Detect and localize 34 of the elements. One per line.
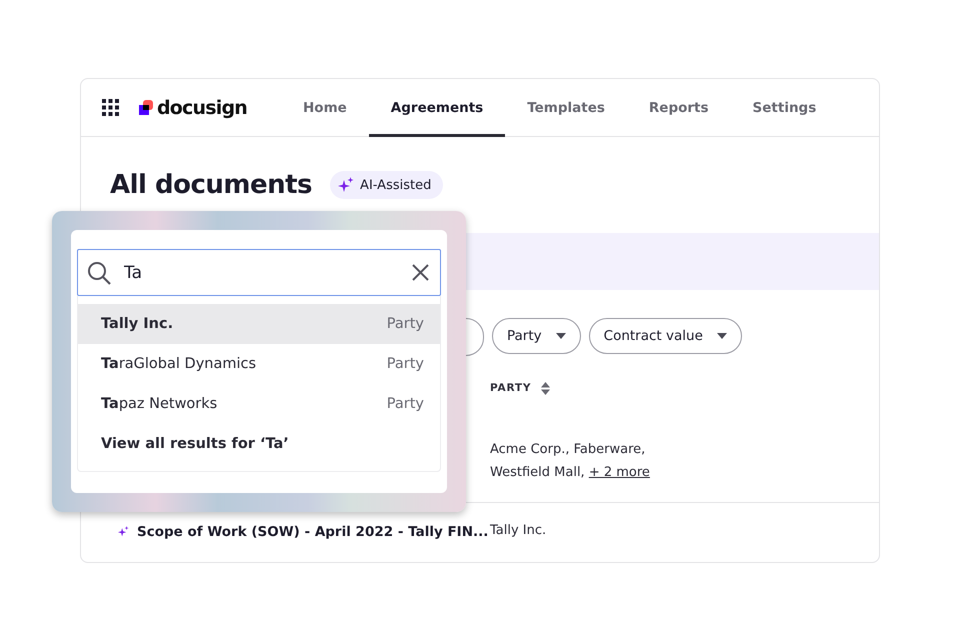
logo-icon: [139, 100, 154, 116]
filter-dropdown[interactable]: Party: [492, 318, 581, 354]
more-link[interactable]: + 2 more: [588, 465, 650, 480]
party-cell-text: Tally Inc.: [490, 522, 548, 540]
caret-icon: [556, 333, 566, 339]
column-header: PARTY: [490, 382, 532, 394]
view-all-link[interactable]: View all results for ‘Ta’: [78, 424, 440, 464]
nav-tab[interactable]: Settings: [730, 79, 838, 137]
sparkle-icon: [338, 177, 354, 193]
suggestion-label: TaraGlobal Dynamics: [101, 356, 256, 372]
suggestion-label: Tapaz Networks: [101, 396, 218, 412]
close-icon[interactable]: [412, 264, 429, 281]
logo-wordmark: docusign: [157, 96, 247, 118]
nav-tab[interactable]: Home: [281, 79, 369, 137]
caret-icon: [716, 333, 727, 339]
party-cell-text: Acme Corp., Faberware, Westfield Mall, + 2 more: [490, 441, 651, 482]
suggestion-item[interactable]: Tapaz Networks Party: [78, 384, 440, 424]
page-title: All documents: [110, 170, 312, 200]
suggestion-label: Tally Inc.: [101, 316, 174, 332]
nav-tab[interactable]: Reports: [626, 79, 731, 137]
suggestion-item[interactable]: Tally Inc. Party: [78, 304, 440, 344]
suggestion-type: Party: [386, 356, 424, 372]
suggestion-type: Party: [386, 316, 424, 332]
search-icon: [87, 261, 111, 285]
app-grid-icon[interactable]: [102, 99, 119, 116]
suggestion-type: Party: [386, 396, 424, 412]
ai-assisted-badge: AI-Assisted: [330, 171, 444, 199]
nav-tab[interactable]: Templates: [505, 79, 627, 137]
filter-dropdown[interactable]: Contract value: [588, 318, 742, 354]
sort-icon[interactable]: [541, 382, 550, 394]
suggestion-item[interactable]: TaraGlobal Dynamics Party: [78, 344, 440, 384]
search-field[interactable]: Ta: [77, 249, 441, 296]
nav-tab[interactable]: Agreements: [368, 79, 506, 137]
document-name[interactable]: Scope of Work (SOW) - April 2022 - Tally FIN...: [137, 524, 488, 540]
